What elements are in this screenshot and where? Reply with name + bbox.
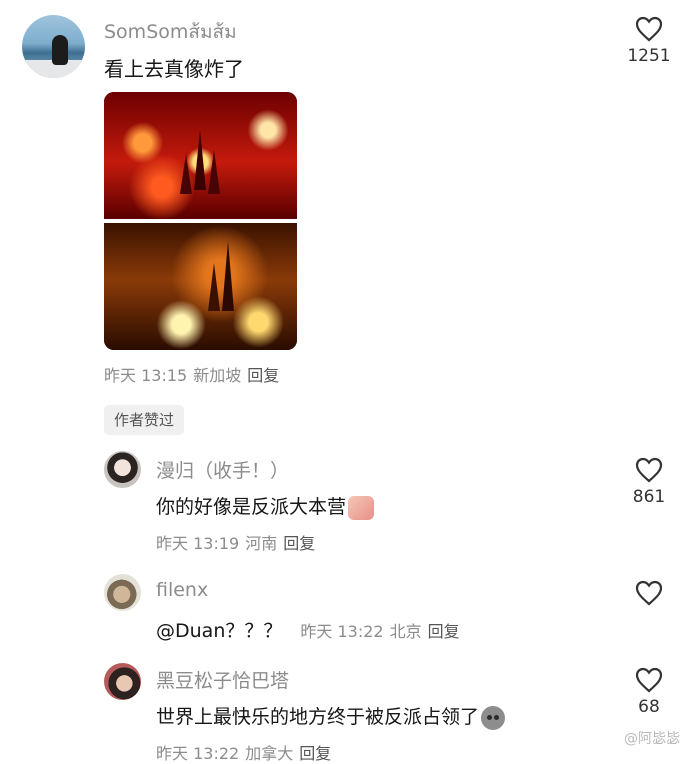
commenter-username[interactable]: SomSomส้มส้ม <box>104 17 237 47</box>
reply-text-content: 你的好像是反派大本营 <box>156 496 347 518</box>
author-liked-badge: 作者赞过 <box>104 405 185 435</box>
reply-meta: 昨天 13:22 加拿大 回复 <box>156 740 331 764</box>
reply-location: 北京 <box>389 622 422 641</box>
reply-avatar[interactable] <box>104 574 141 611</box>
reply-text-content: 世界上最快乐的地方终于被反派占领了 <box>156 706 480 728</box>
reply-text-content: @Duan？？？ <box>156 620 283 642</box>
burning-castle-photo[interactable] <box>104 223 297 350</box>
reply-avatar[interactable] <box>104 451 141 488</box>
reply-text: 你的好像是反派大本营 <box>156 492 375 520</box>
comment-time: 昨天 13:15 <box>104 366 188 385</box>
reply-like-count: 861 <box>632 487 666 507</box>
main-comment-meta: 昨天 13:15 新加坡 回复 <box>104 362 279 386</box>
reply-button[interactable]: 回复 <box>299 744 331 763</box>
reply-like-button[interactable] <box>624 580 674 606</box>
reply-location: 加拿大 <box>245 744 294 763</box>
reply-like-count: 68 <box>638 697 660 717</box>
comment-location: 新加坡 <box>193 366 242 385</box>
main-like-count: 1251 <box>627 46 671 66</box>
gray-face-emoji-icon <box>481 705 506 730</box>
reply-meta: 昨天 13:19 河南 回复 <box>156 530 315 554</box>
heart-icon <box>635 580 663 606</box>
reply-like-button[interactable]: 861 <box>624 457 674 507</box>
reply-button[interactable]: 回复 <box>283 534 315 553</box>
reply-location: 河南 <box>245 534 278 553</box>
reply-time: 昨天 13:22 <box>156 744 240 763</box>
reply-text: 世界上最快乐的地方终于被反派占领了 <box>156 702 506 730</box>
reply-username[interactable]: 黑豆松子恰巴塔 <box>156 666 289 693</box>
comment-image-grid[interactable] <box>104 92 297 350</box>
reply-button[interactable]: 回复 <box>247 366 279 385</box>
main-like-button[interactable]: 1251 <box>624 16 674 66</box>
reply-time: 昨天 13:19 <box>156 534 240 553</box>
heart-icon <box>635 457 663 483</box>
comment-text: 看上去真像炸了 <box>104 57 244 81</box>
reply-username[interactable]: 漫归（收手！） <box>156 456 289 483</box>
reply-meta: 昨天 13:22 北京 回复 <box>300 622 459 641</box>
commenter-avatar[interactable] <box>22 15 85 78</box>
reply-like-button[interactable]: 68 <box>624 667 674 717</box>
reply-username[interactable]: filenx <box>156 579 208 601</box>
reply-text: @Duan？？？ 昨天 13:22 北京 回复 <box>156 616 460 643</box>
reply-time: 昨天 13:22 <box>300 622 384 641</box>
waving-hand-sticker-icon <box>348 495 375 520</box>
heart-icon <box>635 16 663 42</box>
watermark: @阿毖毖 <box>624 731 680 747</box>
reply-avatar[interactable] <box>104 663 141 700</box>
reply-button[interactable]: 回复 <box>428 622 460 641</box>
heart-icon <box>635 667 663 693</box>
fireworks-castle-photo[interactable] <box>104 92 297 219</box>
